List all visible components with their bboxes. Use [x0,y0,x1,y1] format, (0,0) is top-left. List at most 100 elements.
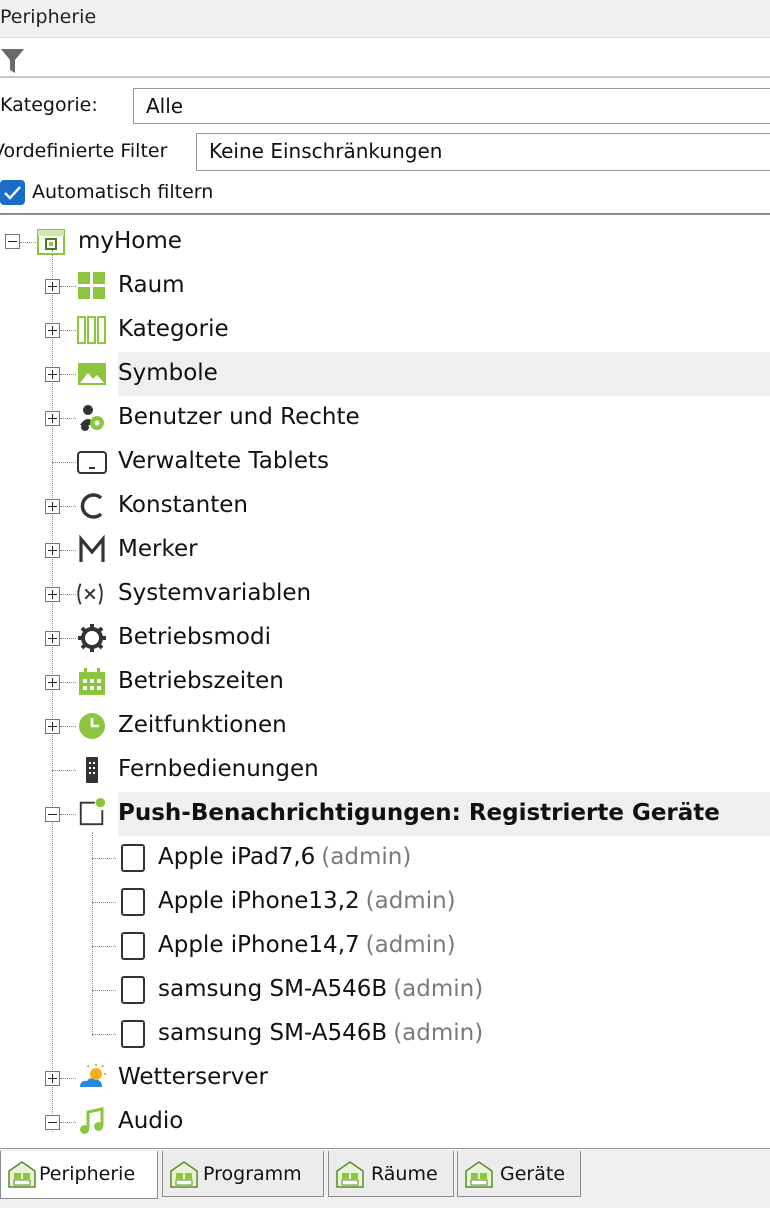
vordefiniert-combo[interactable]: Keine Einschränkungen [196,133,770,171]
filter-bar[interactable] [0,44,770,78]
tree-node-label: Push-Benachrichtigungen: Registrierte Ge… [118,800,720,826]
tree-connector [60,682,76,683]
device-icon [121,976,145,1004]
tree-node-systemvariablen[interactable]: Systemvariablen [0,572,770,616]
weather-icon [80,1064,106,1087]
tree-node-label: Kategorie [118,316,229,342]
device-icon [121,888,145,916]
tab-label: Programm [203,1163,302,1185]
tree-connector [92,1034,116,1035]
tree-node-device[interactable]: Apple iPhone13,2 (admin) [0,880,770,924]
vordefiniert-label: Vordefinierte Filter [0,140,168,162]
tree-connector [60,506,76,507]
auto-filter-checkbox[interactable] [0,180,25,205]
tab-peripherie[interactable]: Peripherie [0,1151,158,1199]
device-icon [121,1020,145,1048]
collapse-toggle[interactable] [45,807,60,822]
tab-tree-icon [170,1161,198,1188]
collapse-toggle[interactable] [45,1115,60,1130]
tab-raeume[interactable]: Räume [328,1151,454,1197]
tree-connector [20,242,36,243]
device-user: (admin) [321,844,412,870]
tree-node-myhome[interactable]: myHome [0,220,770,264]
tree-node-fernbedienungen[interactable]: Fernbedienungen [0,748,770,792]
expand-toggle[interactable] [45,499,60,514]
tab-geraete[interactable]: Geräte [457,1151,581,1197]
tree-node-tablets[interactable]: Verwaltete Tablets [0,440,770,484]
device-label: Apple iPhone13,2 (admin) [158,888,456,914]
expand-toggle[interactable] [45,1071,60,1086]
device-user: (admin) [393,976,484,1002]
expand-toggle[interactable] [45,587,60,602]
tree-node-label: Konstanten [118,492,249,518]
tree-node-device[interactable]: samsung SM-A546B (admin) [0,1012,770,1056]
tab-tree-icon [336,1161,364,1188]
variable-x-icon [77,583,103,605]
device-name: samsung SM-A546B [158,1020,388,1046]
check-icon [4,186,21,200]
tree-view[interactable]: myHome Raum Kategorie Symbole Benutzer u… [0,220,770,1148]
tree-node-merker[interactable]: Merker [0,528,770,572]
tablet-icon [77,451,107,474]
clock-icon [79,713,105,739]
expand-toggle[interactable] [45,675,60,690]
expand-toggle[interactable] [45,279,60,294]
remote-control-icon [86,757,98,783]
users-rights-icon [80,405,104,431]
expand-toggle[interactable] [45,631,60,646]
tree-node-benutzer[interactable]: Benutzer und Rechte [0,396,770,440]
device-name: samsung SM-A546B [158,976,388,1002]
tab-label: Peripherie [39,1163,136,1185]
device-label: samsung SM-A546B (admin) [158,1020,483,1046]
filter-funnel-icon[interactable] [0,46,26,76]
device-name: Apple iPhone14,7 [158,932,360,958]
kategorie-combo[interactable]: Alle [133,88,770,124]
panel-title: Peripherie [0,6,97,28]
kategorie-label: Kategorie: [0,94,98,116]
tree-connector [60,1122,76,1123]
device-icon [121,932,145,960]
tree-node-label: Symbole [118,360,218,386]
image-symbol-icon [78,363,106,385]
separator [0,213,770,215]
rooms-grid-icon [78,272,105,299]
expand-toggle[interactable] [45,543,60,558]
auto-filter-label[interactable]: Automatisch filtern [32,181,213,203]
expand-toggle[interactable] [45,411,60,426]
tree-node-device[interactable]: samsung SM-A546B (admin) [0,968,770,1012]
tree-node-device[interactable]: Apple iPad7,6 (admin) [0,836,770,880]
tree-connector [92,990,116,991]
tree-node-label: Fernbedienungen [118,756,319,782]
device-icon [121,844,145,872]
vordefiniert-value: Keine Einschränkungen [209,139,443,163]
tree-node-label: Audio [118,1108,184,1134]
tree-node-device[interactable]: Apple iPhone14,7 (admin) [0,924,770,968]
gear-icon [78,624,106,652]
tree-node-push[interactable]: Push-Benachrichtigungen: Registrierte Ge… [0,792,770,836]
expand-toggle[interactable] [45,719,60,734]
device-user: (admin) [393,1020,484,1046]
expand-toggle[interactable] [45,367,60,382]
tab-programm[interactable]: Programm [162,1151,324,1197]
device-label: samsung SM-A546B (admin) [158,976,483,1002]
tree-node-raum[interactable]: Raum [0,264,770,308]
tree-node-zeitfunktionen[interactable]: Zeitfunktionen [0,704,770,748]
device-user: (admin) [365,888,456,914]
tree-connector [60,814,76,815]
tree-connector [60,638,76,639]
tree-node-betriebszeiten[interactable]: Betriebszeiten [0,660,770,704]
collapse-toggle[interactable] [5,234,20,249]
tree-connector [60,594,76,595]
expand-toggle[interactable] [45,323,60,338]
tree-node-betriebsmodi[interactable]: Betriebsmodi [0,616,770,660]
tree-connector [60,330,76,331]
tree-node-wetterserver[interactable]: Wetterserver [0,1056,770,1100]
tree-node-konstanten[interactable]: Konstanten [0,484,770,528]
tree-connector [60,726,76,727]
tree-node-audio[interactable]: Audio [0,1100,770,1144]
calendar-icon [79,668,105,695]
tree-node-label: Verwaltete Tablets [118,448,329,474]
tree-connector [60,374,76,375]
tree-node-kategorie[interactable]: Kategorie [0,308,770,352]
tree-node-symbole[interactable]: Symbole [0,352,770,396]
